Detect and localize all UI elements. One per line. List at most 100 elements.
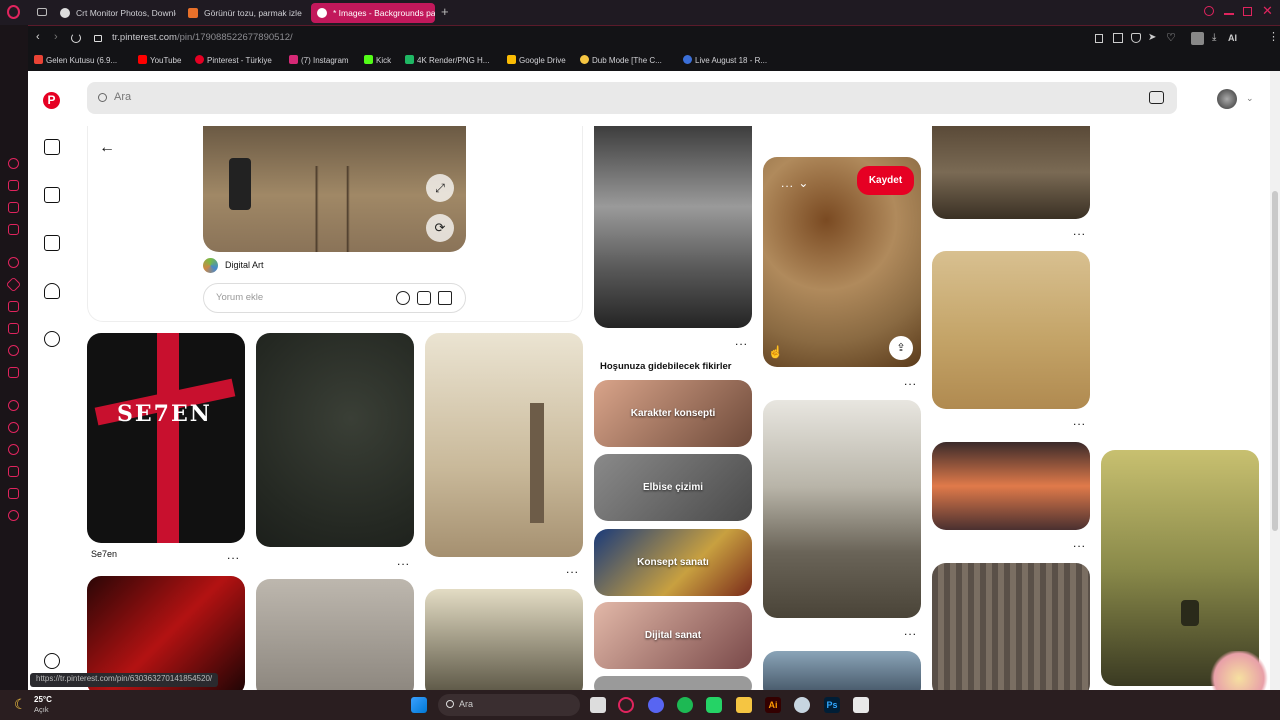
lock-icon[interactable]	[94, 35, 102, 42]
pin-rust-texture[interactable]: ... ⌄ Kaydet ⇪	[763, 157, 921, 367]
idea-more[interactable]	[594, 676, 752, 690]
percent-icon[interactable]	[8, 323, 19, 334]
more-options-icon[interactable]: ...	[227, 549, 240, 561]
pin-dark-texture[interactable]	[256, 333, 414, 547]
pin-se7en-poster[interactable]: SE7EN	[87, 333, 245, 543]
gmail-icon[interactable]	[8, 224, 19, 235]
expand-icon[interactable]: ⤢	[426, 174, 454, 202]
pin-sunset-window[interactable]	[932, 442, 1090, 530]
extensions-icon[interactable]	[8, 488, 19, 499]
more-options-icon[interactable]: ...	[397, 555, 410, 567]
aria-ai-icon[interactable]: AI	[1228, 33, 1237, 43]
opera-taskbar-icon[interactable]	[618, 697, 634, 713]
more-options-icon[interactable]: ...	[1073, 537, 1086, 549]
pin-factory-smokestacks[interactable]	[594, 126, 752, 328]
scrollbar-thumb[interactable]	[1272, 191, 1278, 531]
bookmark-live-august[interactable]: Live August 18 - R...	[683, 55, 767, 65]
photoshop-icon[interactable]: Ps	[824, 697, 840, 713]
profile-avatar[interactable]	[1191, 32, 1204, 45]
search-bar[interactable]: Ara	[87, 82, 1177, 114]
aria-icon[interactable]	[8, 158, 19, 169]
explore-icon[interactable]	[44, 187, 60, 203]
back-arrow-icon[interactable]: ←	[99, 139, 115, 157]
camera-search-icon[interactable]	[1149, 91, 1164, 104]
search-tabs-icon[interactable]	[1204, 6, 1214, 16]
idea-konsept-sanati[interactable]: Konsept sanatı	[594, 529, 752, 596]
more-options-icon[interactable]: ...	[1073, 415, 1086, 427]
discord-icon[interactable]	[648, 697, 664, 713]
heart-outline-icon[interactable]: ♡	[1166, 31, 1176, 44]
more-menu-icon[interactable]: ⋮	[1268, 30, 1279, 43]
pin-desert-ruins[interactable]	[932, 251, 1090, 409]
pinterest-logo-icon[interactable]: P	[43, 92, 60, 109]
url-field[interactable]: tr.pinterest.com/pin/179088522677890512/	[112, 32, 293, 43]
bookmark-dub-mode[interactable]: Dub Mode [The C...	[580, 55, 662, 65]
more-options-icon[interactable]: ...	[904, 375, 917, 387]
app-icon[interactable]	[853, 697, 869, 713]
taskbar-search[interactable]: Ara	[438, 694, 580, 716]
pin-industrial-sketch[interactable]	[425, 589, 583, 690]
file-explorer-icon[interactable]	[736, 697, 752, 713]
pin-title[interactable]: Se7en	[91, 549, 117, 559]
whatsapp-taskbar-icon[interactable]	[706, 697, 722, 713]
task-view-icon[interactable]	[590, 697, 606, 713]
pin-source-avatar[interactable]	[203, 258, 218, 273]
pin-page-icon[interactable]	[1095, 34, 1103, 43]
weather-moon-icon[interactable]: ☾	[14, 696, 27, 713]
illustrator-icon[interactable]: Ai	[765, 697, 781, 713]
image-icon[interactable]	[438, 291, 452, 305]
bookmark-pinterest[interactable]: Pinterest - Türkiye	[195, 55, 272, 65]
diamond-icon[interactable]	[5, 276, 22, 293]
spotify-icon[interactable]	[677, 697, 693, 713]
tab-crt-monitor[interactable]: Crt Monitor Photos, Downlo	[54, 3, 176, 23]
bell-icon[interactable]	[44, 283, 60, 299]
shield-icon[interactable]	[1131, 33, 1141, 43]
bookmark-kick[interactable]: Kick	[364, 55, 391, 65]
user-avatar[interactable]	[1217, 89, 1237, 109]
snapshot-icon[interactable]	[1113, 33, 1123, 43]
idea-elbise-cizimi[interactable]: Elbise çizimi	[594, 454, 752, 521]
save-button[interactable]: Kaydet	[857, 166, 914, 195]
tab-list-icon[interactable]	[37, 8, 47, 16]
share-icon[interactable]: ⇪	[889, 336, 913, 360]
twitch-icon[interactable]	[8, 301, 19, 312]
bookmark-youtube[interactable]: YouTube	[138, 55, 181, 65]
settings-rail-icon[interactable]	[8, 257, 19, 268]
sticker-icon[interactable]	[417, 291, 431, 305]
steam-icon[interactable]	[794, 697, 810, 713]
new-tab-button[interactable]: +	[441, 4, 449, 19]
heart-icon[interactable]	[8, 422, 19, 433]
visual-search-icon[interactable]: ⟳	[426, 214, 454, 242]
pin-corrugated-metal[interactable]	[932, 563, 1090, 690]
pin-source-name[interactable]: Digital Art	[225, 260, 264, 270]
pin-ruined-city[interactable]	[932, 126, 1090, 219]
bookmark-instagram[interactable]: (7) Instagram	[289, 55, 349, 65]
opera-logo-icon[interactable]	[7, 5, 20, 19]
tab-gorunur-tozu[interactable]: Görünür tozu, parmak izleri	[182, 3, 302, 23]
chevron-down-icon[interactable]: ⌄	[1246, 93, 1254, 104]
home-icon[interactable]	[44, 139, 60, 155]
reload-icon[interactable]	[71, 33, 81, 43]
close-window-button[interactable]: ✕	[1262, 3, 1273, 19]
tab-pinterest-images[interactable]: * Images - Backgrounds pa	[311, 3, 435, 23]
bookmark-google-drive[interactable]: Google Drive	[507, 55, 566, 65]
dropdown-dots-icon[interactable]: ... ⌄	[781, 177, 809, 189]
weather-temp[interactable]: 25°C	[34, 695, 52, 704]
emoji-icon[interactable]	[396, 291, 410, 305]
pin-broken-glass[interactable]	[763, 651, 921, 690]
crypto-wallet-icon[interactable]	[8, 180, 19, 191]
history-icon[interactable]	[8, 400, 19, 411]
bookmark-4k-render[interactable]: 4K Render/PNG H...	[405, 55, 489, 65]
more-options-icon[interactable]: ...	[566, 563, 579, 575]
forward-icon[interactable]: ›	[54, 31, 58, 43]
messenger-icon[interactable]	[8, 202, 19, 213]
pin-steampunk-city[interactable]	[425, 333, 583, 557]
send-icon[interactable]: ➤	[1148, 32, 1156, 43]
idea-dijital-sanat[interactable]: Dijital sanat	[594, 602, 752, 669]
downloads-icon[interactable]	[8, 466, 19, 477]
settings-icon[interactable]	[44, 653, 60, 669]
gear-icon[interactable]	[8, 510, 19, 521]
more-options-icon[interactable]: ...	[735, 335, 748, 347]
back-icon[interactable]: ‹	[36, 31, 40, 43]
more-options-icon[interactable]: ...	[904, 625, 917, 637]
